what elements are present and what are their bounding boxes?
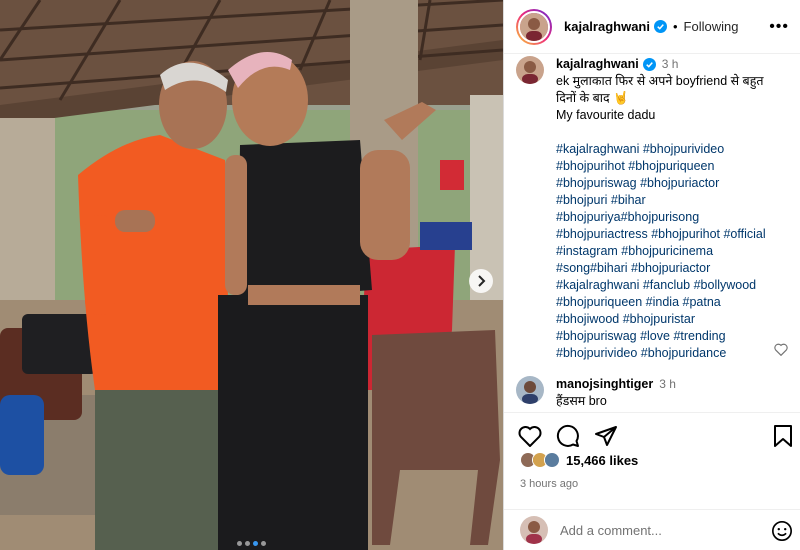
hashtag-line[interactable]: #bhojpurivideo #bhojpuridance: [556, 345, 789, 362]
likes-summary[interactable]: 15,466 likes: [520, 452, 638, 468]
comment-input[interactable]: [560, 522, 760, 538]
verified-badge-icon: [642, 58, 656, 71]
author-username[interactable]: kajalraghwani: [564, 19, 650, 34]
commenter-avatar[interactable]: [516, 376, 544, 404]
commenter-username[interactable]: manojsinghtiger: [556, 376, 653, 393]
save-button[interactable]: [773, 425, 793, 452]
post-timestamp[interactable]: 3 hours ago: [520, 478, 578, 490]
hashtag-line[interactable]: #bhojpurihot #bhojpuriqueen: [556, 158, 789, 175]
separator-dot: •: [672, 19, 678, 34]
comment-button[interactable]: [556, 424, 580, 448]
hashtag-list: #kajalraghwani #bhojpurivideo #bhojpurih…: [556, 141, 789, 362]
carousel-dot-active: [253, 541, 258, 546]
comment-like-heart-icon[interactable]: [774, 343, 788, 356]
chevron-right-icon: [478, 275, 486, 287]
hashtag-line[interactable]: #bhojpuriya#bhojpurisong: [556, 209, 789, 226]
verified-badge-icon: [653, 20, 667, 33]
caption-username[interactable]: kajalraghwani: [556, 56, 639, 73]
instagram-post: kajalraghwani • Following ••• kajalraghw…: [0, 0, 800, 550]
like-button[interactable]: [518, 425, 542, 447]
hashtag-line[interactable]: #bhojiwood #bhojpuristar: [556, 311, 789, 328]
comment-time: 3 h: [659, 377, 676, 391]
hashtag-line[interactable]: #kajalraghwani #bhojpurivideo: [556, 141, 789, 158]
hashtag-line[interactable]: #song#bihari #bhojpuriactor: [556, 260, 789, 277]
author-avatar-small[interactable]: [516, 56, 544, 84]
carousel-dot: [245, 541, 250, 546]
carousel-dots: [0, 541, 503, 546]
hashtag-line[interactable]: #bhojpuriactress #bhojpurihot #official: [556, 226, 789, 243]
post-media[interactable]: [0, 0, 503, 550]
post-header: kajalraghwani • Following •••: [504, 0, 800, 54]
comment-text: हैंडसम bro: [556, 394, 607, 408]
liker-avatar: [544, 452, 560, 468]
emoji-icon[interactable]: [771, 520, 793, 542]
caption-time: 3 h: [661, 57, 679, 71]
comment-composer: [504, 509, 800, 550]
hashtag-line[interactable]: #kajalraghwani #fanclub #bollywood: [556, 277, 789, 294]
author-avatar[interactable]: [516, 8, 552, 45]
viewer-avatar: [520, 516, 548, 544]
caption-line: My favourite dadu: [556, 108, 656, 122]
heart-icon: [518, 425, 542, 447]
comment-item: manojsinghtiger 3 h हैंडसम bro: [516, 376, 789, 410]
hashtag-line[interactable]: #bhojpuriqueen #india #patna: [556, 294, 789, 311]
share-icon: [595, 425, 617, 446]
more-horizontal-icon[interactable]: •••: [769, 18, 789, 36]
comments-section: kajalraghwani 3 h ek मुलाकात फिर से अपने…: [504, 54, 800, 411]
comment-icon: [556, 424, 579, 447]
following-button[interactable]: Following: [684, 19, 739, 34]
carousel-dot: [237, 541, 242, 546]
carousel-dot: [261, 541, 266, 546]
likes-count[interactable]: 15,466 likes: [566, 453, 638, 468]
post-side-panel: kajalraghwani • Following ••• kajalraghw…: [503, 0, 800, 550]
hashtag-line[interactable]: #bhojpuri #bihar: [556, 192, 789, 209]
carousel-next-button[interactable]: [469, 269, 493, 293]
caption-line: दिनों के बाद 🤘: [556, 91, 629, 105]
caption-line: ek मुलाकात फिर से अपने boyfriend से बहुत: [556, 74, 764, 88]
post-photo: [0, 0, 503, 550]
hashtag-line[interactable]: #bhojpuriswag #love #trending: [556, 328, 789, 345]
hashtag-line[interactable]: #instagram #bhojpuricinema: [556, 243, 789, 260]
bookmark-icon: [774, 425, 792, 447]
hashtag-line[interactable]: #bhojpuriswag #bhojpuriactor: [556, 175, 789, 192]
caption: kajalraghwani 3 h ek मुलाकात फिर से अपने…: [516, 56, 789, 362]
share-button[interactable]: [594, 424, 618, 448]
